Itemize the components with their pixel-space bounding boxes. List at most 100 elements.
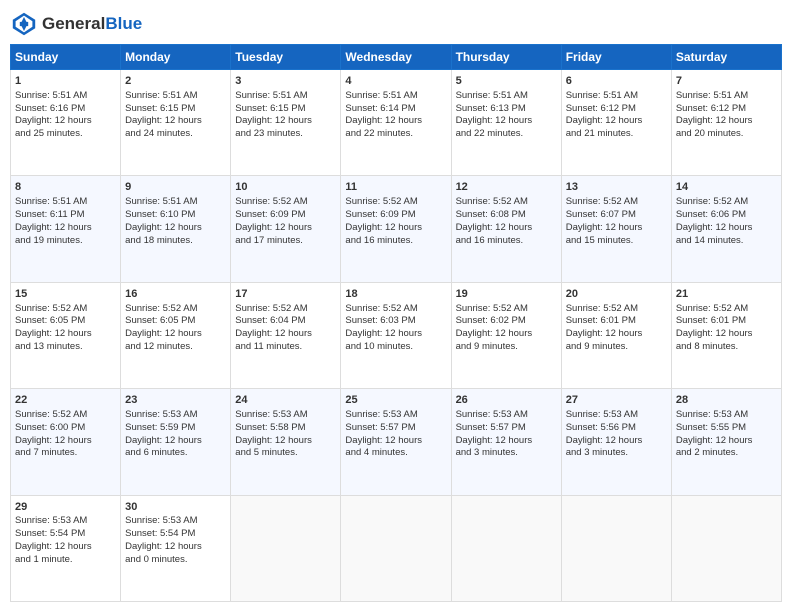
day-info-line: Sunrise: 5:51 AM <box>566 90 667 103</box>
day-info-line: Sunset: 6:15 PM <box>125 103 226 116</box>
day-info-line: Daylight: 12 hours <box>566 222 667 235</box>
calendar-cell: 8Sunrise: 5:51 AMSunset: 6:11 PMDaylight… <box>11 176 121 282</box>
day-info-line: Daylight: 12 hours <box>235 328 336 341</box>
day-number: 9 <box>125 180 226 195</box>
day-number: 24 <box>235 393 336 408</box>
day-info-line: Daylight: 12 hours <box>676 222 777 235</box>
day-info-line: Daylight: 12 hours <box>125 222 226 235</box>
day-info-line: Sunrise: 5:52 AM <box>345 196 446 209</box>
day-info-line: Sunset: 5:59 PM <box>125 422 226 435</box>
week-row-2: 8Sunrise: 5:51 AMSunset: 6:11 PMDaylight… <box>11 176 782 282</box>
weekday-header-friday: Friday <box>561 45 671 70</box>
day-number: 18 <box>345 287 446 302</box>
calendar-cell: 24Sunrise: 5:53 AMSunset: 5:58 PMDayligh… <box>231 389 341 495</box>
weekday-header-monday: Monday <box>121 45 231 70</box>
day-info-line: Daylight: 12 hours <box>15 115 116 128</box>
calendar-cell: 13Sunrise: 5:52 AMSunset: 6:07 PMDayligh… <box>561 176 671 282</box>
day-info-line: Sunset: 6:05 PM <box>125 315 226 328</box>
day-info-line: and 4 minutes. <box>345 447 446 460</box>
day-number: 26 <box>456 393 557 408</box>
day-info-line: Sunrise: 5:52 AM <box>15 409 116 422</box>
calendar-cell: 7Sunrise: 5:51 AMSunset: 6:12 PMDaylight… <box>671 70 781 176</box>
day-info-line: Daylight: 12 hours <box>456 222 557 235</box>
day-info-line: Sunrise: 5:51 AM <box>345 90 446 103</box>
day-number: 10 <box>235 180 336 195</box>
day-info-line: Sunset: 6:12 PM <box>566 103 667 116</box>
day-number: 23 <box>125 393 226 408</box>
day-info-line: Sunrise: 5:52 AM <box>456 303 557 316</box>
day-number: 30 <box>125 500 226 515</box>
weekday-header-saturday: Saturday <box>671 45 781 70</box>
calendar-cell: 10Sunrise: 5:52 AMSunset: 6:09 PMDayligh… <box>231 176 341 282</box>
day-info-line: Sunrise: 5:51 AM <box>125 196 226 209</box>
logo-text: GeneralBlue <box>42 15 142 34</box>
day-info-line: Daylight: 12 hours <box>676 115 777 128</box>
day-info-line: and 0 minutes. <box>125 554 226 567</box>
calendar-cell: 27Sunrise: 5:53 AMSunset: 5:56 PMDayligh… <box>561 389 671 495</box>
day-info-line: Sunrise: 5:51 AM <box>125 90 226 103</box>
day-info-line: and 9 minutes. <box>456 341 557 354</box>
calendar-table: SundayMondayTuesdayWednesdayThursdayFrid… <box>10 44 782 602</box>
calendar-cell: 21Sunrise: 5:52 AMSunset: 6:01 PMDayligh… <box>671 282 781 388</box>
day-info-line: and 23 minutes. <box>235 128 336 141</box>
day-number: 19 <box>456 287 557 302</box>
day-info-line: and 20 minutes. <box>676 128 777 141</box>
day-number: 17 <box>235 287 336 302</box>
calendar-cell: 12Sunrise: 5:52 AMSunset: 6:08 PMDayligh… <box>451 176 561 282</box>
calendar-cell: 9Sunrise: 5:51 AMSunset: 6:10 PMDaylight… <box>121 176 231 282</box>
day-info-line: Sunrise: 5:51 AM <box>15 90 116 103</box>
day-info-line: and 22 minutes. <box>456 128 557 141</box>
day-info-line: and 16 minutes. <box>456 235 557 248</box>
day-info-line: and 21 minutes. <box>566 128 667 141</box>
day-info-line: Sunset: 6:09 PM <box>235 209 336 222</box>
day-info-line: Sunset: 6:01 PM <box>566 315 667 328</box>
day-info-line: Sunset: 5:56 PM <box>566 422 667 435</box>
day-info-line: Daylight: 12 hours <box>566 328 667 341</box>
calendar-cell <box>451 495 561 601</box>
day-info-line: Daylight: 12 hours <box>235 115 336 128</box>
day-info-line: Sunset: 6:13 PM <box>456 103 557 116</box>
day-number: 29 <box>15 500 116 515</box>
day-info-line: Daylight: 12 hours <box>456 328 557 341</box>
day-info-line: Sunset: 5:54 PM <box>125 528 226 541</box>
day-info-line: Sunrise: 5:53 AM <box>456 409 557 422</box>
day-info-line: and 18 minutes. <box>125 235 226 248</box>
day-info-line: Sunrise: 5:51 AM <box>676 90 777 103</box>
page: GeneralBlue SundayMondayTuesdayWednesday… <box>0 0 792 612</box>
day-number: 5 <box>456 74 557 89</box>
day-number: 1 <box>15 74 116 89</box>
day-info-line: Sunset: 5:57 PM <box>345 422 446 435</box>
day-info-line: Daylight: 12 hours <box>125 435 226 448</box>
day-number: 21 <box>676 287 777 302</box>
day-info-line: Sunrise: 5:52 AM <box>15 303 116 316</box>
day-info-line: and 15 minutes. <box>566 235 667 248</box>
calendar-cell: 3Sunrise: 5:51 AMSunset: 6:15 PMDaylight… <box>231 70 341 176</box>
day-info-line: Sunset: 5:58 PM <box>235 422 336 435</box>
day-info-line: Daylight: 12 hours <box>456 115 557 128</box>
day-info-line: and 12 minutes. <box>125 341 226 354</box>
day-info-line: and 16 minutes. <box>345 235 446 248</box>
weekday-header-tuesday: Tuesday <box>231 45 341 70</box>
day-number: 2 <box>125 74 226 89</box>
day-info-line: Daylight: 12 hours <box>235 435 336 448</box>
day-info-line: Daylight: 12 hours <box>345 435 446 448</box>
day-number: 8 <box>15 180 116 195</box>
day-info-line: Daylight: 12 hours <box>345 328 446 341</box>
day-number: 4 <box>345 74 446 89</box>
calendar-cell: 23Sunrise: 5:53 AMSunset: 5:59 PMDayligh… <box>121 389 231 495</box>
day-number: 7 <box>676 74 777 89</box>
day-info-line: Sunrise: 5:53 AM <box>345 409 446 422</box>
calendar-cell: 2Sunrise: 5:51 AMSunset: 6:15 PMDaylight… <box>121 70 231 176</box>
day-info-line: Sunrise: 5:53 AM <box>235 409 336 422</box>
day-info-line: Sunset: 5:55 PM <box>676 422 777 435</box>
calendar-cell: 6Sunrise: 5:51 AMSunset: 6:12 PMDaylight… <box>561 70 671 176</box>
day-info-line: Daylight: 12 hours <box>566 435 667 448</box>
day-info-line: and 8 minutes. <box>676 341 777 354</box>
calendar-cell: 11Sunrise: 5:52 AMSunset: 6:09 PMDayligh… <box>341 176 451 282</box>
day-info-line: Daylight: 12 hours <box>676 328 777 341</box>
day-info-line: Daylight: 12 hours <box>125 328 226 341</box>
weekday-header-row: SundayMondayTuesdayWednesdayThursdayFrid… <box>11 45 782 70</box>
calendar-cell: 18Sunrise: 5:52 AMSunset: 6:03 PMDayligh… <box>341 282 451 388</box>
calendar-cell: 29Sunrise: 5:53 AMSunset: 5:54 PMDayligh… <box>11 495 121 601</box>
day-info-line: Sunset: 6:05 PM <box>15 315 116 328</box>
